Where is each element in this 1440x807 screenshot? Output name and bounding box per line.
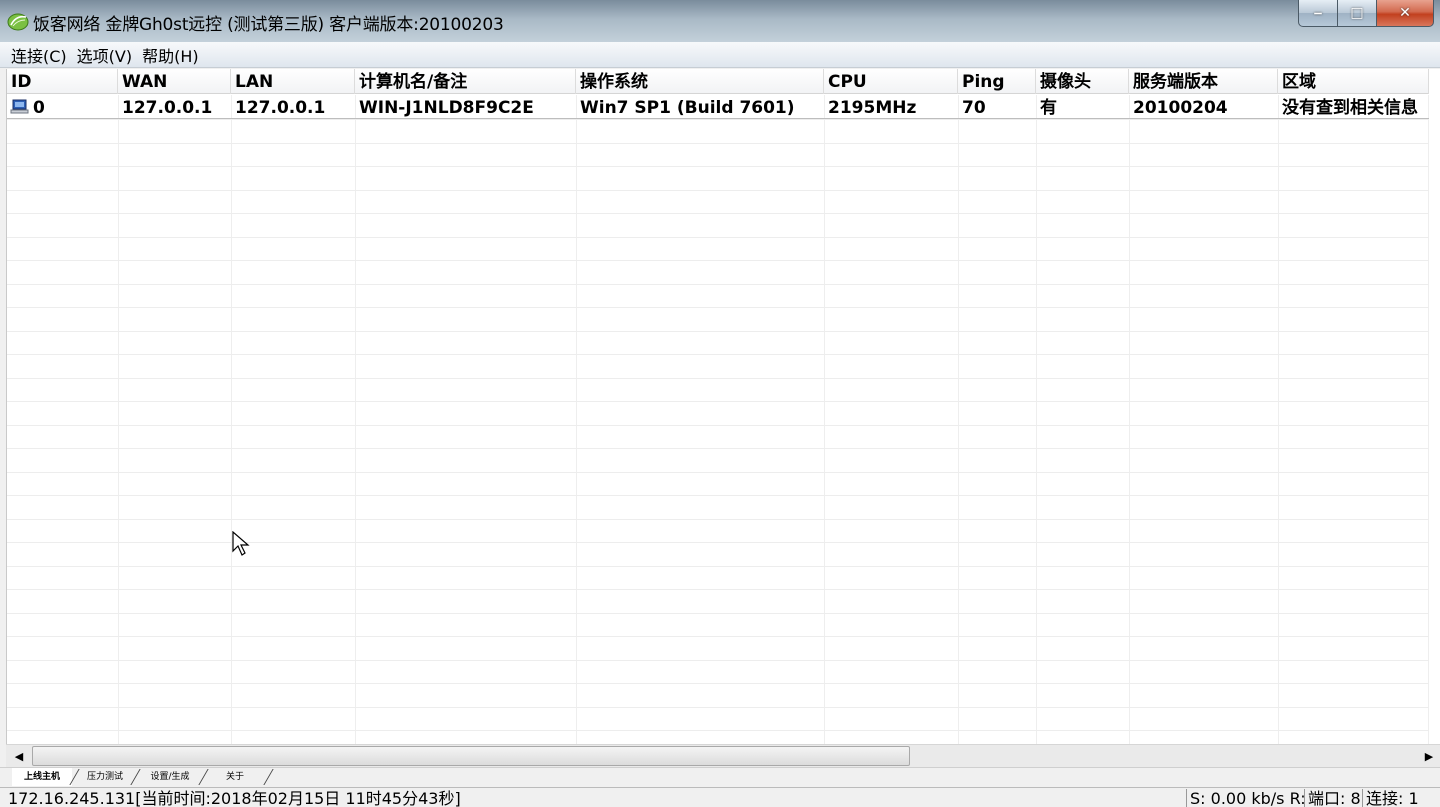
maximize-icon: □ bbox=[1350, 5, 1364, 21]
column-header-region[interactable]: 区域 bbox=[1278, 69, 1429, 94]
column-header-ping[interactable]: Ping bbox=[958, 69, 1036, 94]
tab-divider bbox=[263, 769, 274, 785]
cell-computer-name: WIN-J1NLD8F9C2E bbox=[359, 98, 534, 118]
list-header: ID WAN LAN 计算机名/备注 操作系统 CPU Ping 摄像头 服务端… bbox=[7, 69, 1429, 94]
status-connections: 连接: 1 bbox=[1362, 789, 1440, 807]
window-title: 饭客网络 金牌Gh0st远控 (测试第三版) 客户端版本:20100203 bbox=[33, 15, 504, 35]
grid-line bbox=[7, 213, 1429, 214]
app-leaf-icon bbox=[7, 13, 29, 31]
grid-line bbox=[7, 730, 1429, 731]
grid-line bbox=[7, 636, 1429, 637]
status-speed: S: 0.00 kb/s R: bbox=[1186, 789, 1306, 807]
grid-line bbox=[7, 566, 1429, 567]
status-bar: 172.16.245.131[当前时间:2018年02月15日 11时45分43… bbox=[0, 787, 1440, 807]
cell-lan: 127.0.0.1 bbox=[235, 98, 326, 118]
column-header-computer-name[interactable]: 计算机名/备注 bbox=[355, 69, 576, 94]
grid-line bbox=[7, 589, 1429, 590]
cell-cpu: 2195MHz bbox=[828, 98, 917, 118]
menu-options[interactable]: 选项(V) bbox=[72, 43, 137, 67]
grid-line bbox=[7, 331, 1429, 332]
grid-line bbox=[7, 378, 1429, 379]
cell-wan: 127.0.0.1 bbox=[122, 98, 213, 118]
grid-line bbox=[7, 284, 1429, 285]
grid-line bbox=[1278, 95, 1279, 744]
grid-line bbox=[7, 495, 1429, 496]
window-controls: ⎯ □ ✕ bbox=[1298, 0, 1434, 27]
grid-line bbox=[1428, 95, 1429, 744]
scroll-right-arrow-icon[interactable]: ▶ bbox=[1418, 746, 1440, 766]
table-row[interactable]: 0 127.0.0.1 127.0.0.1 WIN-J1NLD8F9C2E Wi… bbox=[7, 95, 1429, 119]
status-port: 端口: 8 bbox=[1304, 789, 1362, 807]
minimize-icon: ⎯ bbox=[1314, 5, 1322, 21]
grid-line bbox=[7, 166, 1429, 167]
maximize-button[interactable]: □ bbox=[1338, 0, 1377, 27]
column-header-id[interactable]: ID bbox=[7, 69, 118, 94]
grid-line bbox=[7, 260, 1429, 261]
grid-line bbox=[1129, 95, 1130, 744]
list-body: 0 127.0.0.1 127.0.0.1 WIN-J1NLD8F9C2E Wi… bbox=[7, 95, 1440, 744]
grid-line bbox=[118, 95, 119, 744]
grid-line bbox=[7, 613, 1429, 614]
grid-line bbox=[7, 119, 1429, 120]
column-header-wan[interactable]: WAN bbox=[118, 69, 231, 94]
grid-line bbox=[355, 95, 356, 744]
tab-strip: 上线主机 压力测试 设置/生成 关于 bbox=[0, 767, 1440, 787]
grid-line bbox=[7, 542, 1429, 543]
grid-line bbox=[824, 95, 825, 744]
grid-line bbox=[7, 354, 1429, 355]
mouse-cursor-icon bbox=[232, 531, 250, 556]
title-bar[interactable]: 饭客网络 金牌Gh0st远控 (测试第三版) 客户端版本:20100203 ⎯ … bbox=[0, 0, 1440, 42]
scroll-left-arrow-icon[interactable]: ◀ bbox=[8, 746, 30, 766]
close-icon: ✕ bbox=[1399, 5, 1411, 21]
cell-ping: 70 bbox=[962, 98, 986, 118]
cell-id: 0 bbox=[33, 98, 45, 118]
grid-line bbox=[7, 660, 1429, 661]
grid-line bbox=[7, 425, 1429, 426]
grid-line bbox=[7, 401, 1429, 402]
grid-line bbox=[7, 707, 1429, 708]
computer-icon bbox=[10, 99, 29, 114]
column-header-os[interactable]: 操作系统 bbox=[576, 69, 824, 94]
cell-server-version: 20100204 bbox=[1133, 98, 1228, 118]
scroll-thumb[interactable] bbox=[32, 746, 910, 766]
grid-line bbox=[7, 237, 1429, 238]
tab-about[interactable]: 关于 bbox=[208, 768, 262, 786]
grid-line bbox=[7, 472, 1429, 473]
column-header-server-version[interactable]: 服务端版本 bbox=[1129, 69, 1278, 94]
grid-line bbox=[958, 95, 959, 744]
grid-line bbox=[7, 307, 1429, 308]
grid-line bbox=[7, 448, 1429, 449]
grid-line bbox=[231, 95, 232, 744]
column-header-lan[interactable]: LAN bbox=[231, 69, 355, 94]
grid-line bbox=[576, 95, 577, 744]
tab-online-hosts[interactable]: 上线主机 bbox=[12, 768, 72, 786]
minimize-button[interactable]: ⎯ bbox=[1298, 0, 1338, 27]
grid-line bbox=[7, 190, 1429, 191]
cell-camera: 有 bbox=[1040, 98, 1057, 118]
column-header-camera[interactable]: 摄像头 bbox=[1036, 69, 1129, 94]
cell-region: 没有查到相关信息 bbox=[1282, 98, 1418, 118]
menu-help[interactable]: 帮助(H) bbox=[137, 43, 204, 67]
horizontal-scrollbar[interactable]: ◀ ▶ bbox=[6, 744, 1440, 767]
tab-stress-test[interactable]: 压力测试 bbox=[78, 768, 132, 786]
cell-os: Win7 SP1 (Build 7601) bbox=[580, 98, 795, 118]
tab-settings-build[interactable]: 设置/生成 bbox=[140, 768, 200, 786]
status-ip-time: 172.16.245.131[当前时间:2018年02月15日 11时45分43… bbox=[8, 789, 461, 807]
menu-bar: 连接(C) 选项(V) 帮助(H) bbox=[0, 42, 1440, 68]
grid-line bbox=[7, 683, 1429, 684]
host-list[interactable]: ID WAN LAN 计算机名/备注 操作系统 CPU Ping 摄像头 服务端… bbox=[6, 69, 1440, 744]
close-button[interactable]: ✕ bbox=[1377, 0, 1434, 27]
column-header-cpu[interactable]: CPU bbox=[824, 69, 958, 94]
grid-line bbox=[7, 519, 1429, 520]
grid-line bbox=[1036, 95, 1037, 744]
grid-line bbox=[7, 143, 1429, 144]
menu-connect[interactable]: 连接(C) bbox=[6, 43, 72, 67]
